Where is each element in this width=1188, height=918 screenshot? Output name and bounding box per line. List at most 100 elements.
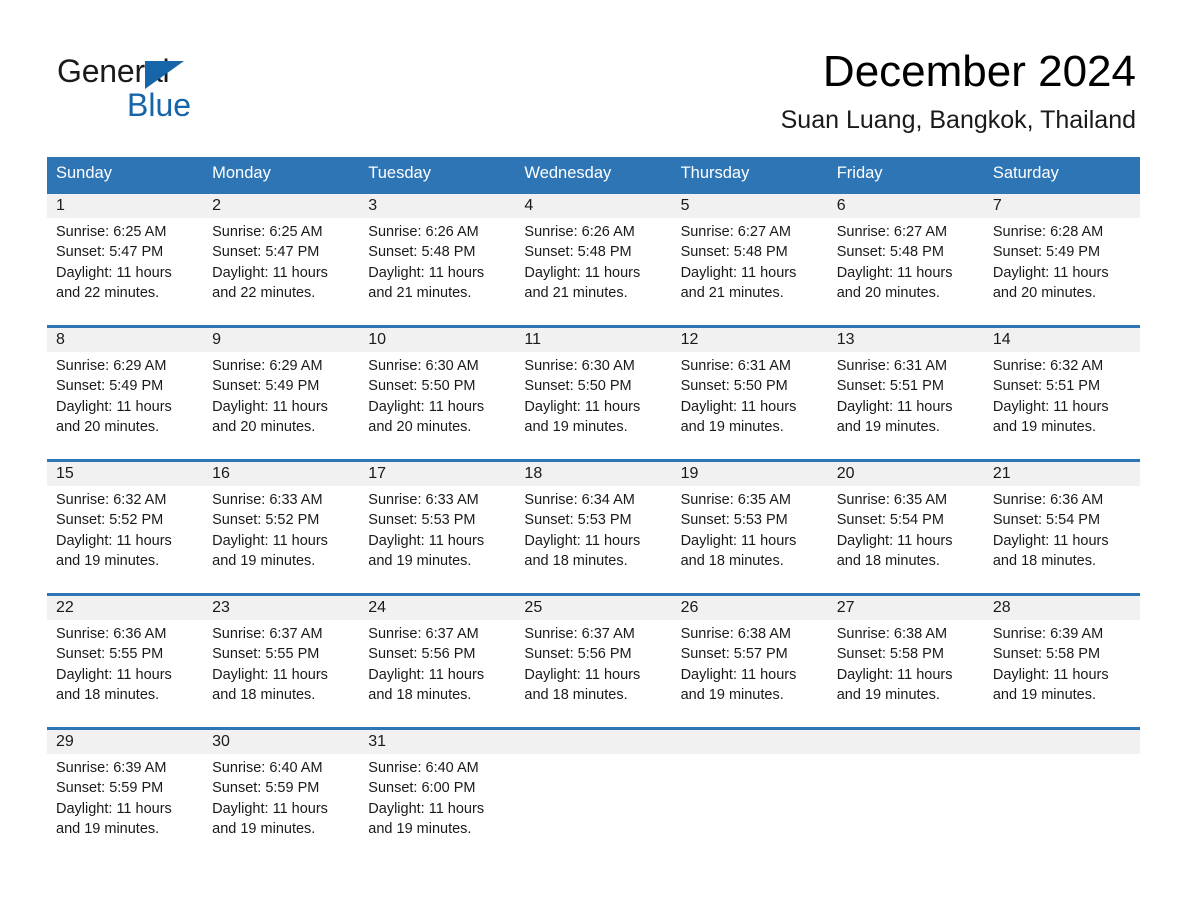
day-cell-inner — [671, 730, 828, 861]
calendar-day-cell[interactable]: 3 Sunrise: 6:26 AM Sunset: 5:48 PM Daylight… — [359, 191, 516, 327]
calendar-day-cell[interactable]: 2 Sunrise: 6:25 AM Sunset: 5:47 PM Daylight… — [203, 191, 360, 327]
calendar-day-cell[interactable]: 8 Sunrise: 6:29 AM Sunset: 5:49 PM Daylight… — [47, 325, 204, 461]
sunrise-text: Sunrise: 6:25 AM — [56, 224, 167, 240]
sunset-text: Sunset: 5:50 PM — [524, 378, 632, 395]
sunrise-text: Sunrise: 6:29 AM — [56, 358, 167, 374]
calendar-day-cell[interactable]: 20 Sunrise: 6:35 AM Sunset: 5:54 PM Dayligh… — [827, 459, 984, 595]
calendar-day-cell[interactable]: 4 Sunrise: 6:26 AM Sunset: 5:48 PM Daylight… — [515, 191, 672, 327]
calendar-day-cell[interactable]: 12 Sunrise: 6:31 AM Sunset: 5:50 PM Dayligh… — [671, 325, 828, 461]
daylight-text: Daylight: 11 hours and 19 minutes. — [992, 666, 1109, 703]
calendar-day-cell[interactable]: 1 Sunrise: 6:25 AM Sunset: 5:47 PM Daylight… — [47, 191, 204, 327]
calendar-week-row: 22 Sunrise: 6:36 AM Sunset: 5:55 PM Dayligh… — [47, 593, 1140, 729]
day-cell-inner: 25 Sunrise: 6:37 AM Sunset: 5:56 PM Dayligh… — [515, 596, 672, 727]
sunset-text: Sunset: 5:56 PM — [524, 646, 632, 663]
calendar-day-cell[interactable]: 17 Sunrise: 6:33 AM Sunset: 5:53 PM Dayligh… — [359, 459, 516, 595]
calendar-day-cell[interactable]: 14 Sunrise: 6:32 AM Sunset: 5:51 PM Dayligh… — [983, 325, 1140, 461]
day-number: 20 — [827, 462, 984, 486]
day-cell-inner: 3 Sunrise: 6:26 AM Sunset: 5:48 PM Daylight… — [359, 194, 516, 325]
day-details: Sunrise: 6:33 AM Sunset: 5:52 PM Daylight:… — [203, 486, 359, 571]
day-number: 9 — [203, 328, 360, 352]
day-details: Sunrise: 6:38 AM Sunset: 5:58 PM Daylight:… — [828, 620, 984, 705]
calendar-day-cell[interactable]: 30 Sunrise: 6:40 AM Sunset: 5:59 PM Dayligh… — [203, 727, 360, 861]
sunrise-text: Sunrise: 6:26 AM — [368, 224, 479, 240]
sunrise-text: Sunrise: 6:30 AM — [524, 358, 635, 374]
day-cell-inner: 27 Sunrise: 6:38 AM Sunset: 5:58 PM Dayligh… — [827, 596, 984, 727]
day-cell-inner: 4 Sunrise: 6:26 AM Sunset: 5:48 PM Daylight… — [515, 194, 672, 325]
calendar-day-cell[interactable]: 7 Sunrise: 6:28 AM Sunset: 5:49 PM Daylight… — [983, 191, 1140, 327]
sunset-text: Sunset: 5:47 PM — [212, 244, 320, 261]
daylight-text: Daylight: 11 hours and 18 minutes. — [680, 532, 797, 569]
calendar-day-cell[interactable]: 23 Sunrise: 6:37 AM Sunset: 5:55 PM Dayligh… — [203, 593, 360, 729]
weekday-header-saturday: Saturday — [983, 157, 1140, 193]
weekday-header-friday: Friday — [827, 157, 984, 193]
day-details: Sunrise: 6:35 AM Sunset: 5:53 PM Daylight:… — [672, 486, 828, 571]
day-cell-inner: 16 Sunrise: 6:33 AM Sunset: 5:52 PM Dayligh… — [203, 462, 360, 593]
triangle-icon — [145, 61, 184, 89]
calendar-day-cell[interactable]: 29 Sunrise: 6:39 AM Sunset: 5:59 PM Dayligh… — [47, 727, 204, 861]
calendar-day-cell[interactable]: 27 Sunrise: 6:38 AM Sunset: 5:58 PM Dayligh… — [827, 593, 984, 729]
day-number: 29 — [47, 730, 204, 754]
calendar-day-cell[interactable]: 18 Sunrise: 6:34 AM Sunset: 5:53 PM Dayligh… — [515, 459, 672, 595]
calendar-day-cell[interactable]: 15 Sunrise: 6:32 AM Sunset: 5:52 PM Dayligh… — [47, 459, 204, 595]
day-number: 26 — [671, 596, 828, 620]
day-number: 25 — [515, 596, 672, 620]
calendar-day-cell[interactable]: 9 Sunrise: 6:29 AM Sunset: 5:49 PM Daylight… — [203, 325, 360, 461]
day-number — [671, 730, 828, 754]
calendar-day-cell[interactable]: 13 Sunrise: 6:31 AM Sunset: 5:51 PM Dayligh… — [827, 325, 984, 461]
day-cell-inner: 22 Sunrise: 6:36 AM Sunset: 5:55 PM Dayligh… — [47, 596, 204, 727]
calendar-day-cell[interactable]: 22 Sunrise: 6:36 AM Sunset: 5:55 PM Dayligh… — [47, 593, 204, 729]
daylight-text: Daylight: 11 hours and 18 minutes. — [992, 532, 1109, 569]
sunset-text: Sunset: 5:52 PM — [212, 512, 320, 529]
day-details: Sunrise: 6:40 AM Sunset: 6:00 PM Daylight:… — [359, 754, 515, 839]
calendar-day-cell[interactable]: 16 Sunrise: 6:33 AM Sunset: 5:52 PM Dayligh… — [203, 459, 360, 595]
sunset-text: Sunset: 5:53 PM — [524, 512, 632, 529]
calendar-day-cell[interactable]: 24 Sunrise: 6:37 AM Sunset: 5:56 PM Dayligh… — [359, 593, 516, 729]
day-cell-inner: 14 Sunrise: 6:32 AM Sunset: 5:51 PM Dayligh… — [983, 328, 1140, 459]
calendar-day-cell[interactable]: 21 Sunrise: 6:36 AM Sunset: 5:54 PM Dayligh… — [983, 459, 1140, 595]
sunrise-text: Sunrise: 6:37 AM — [368, 626, 479, 642]
weekday-header-thursday: Thursday — [671, 157, 828, 193]
daylight-text: Daylight: 11 hours and 22 minutes. — [212, 264, 328, 301]
calendar-day-cell[interactable]: 25 Sunrise: 6:37 AM Sunset: 5:56 PM Dayligh… — [515, 593, 672, 729]
sunset-text: Sunset: 5:48 PM — [368, 244, 476, 261]
calendar-day-cell[interactable]: 31 Sunrise: 6:40 AM Sunset: 6:00 PM Dayligh… — [359, 727, 516, 861]
day-details: Sunrise: 6:26 AM Sunset: 5:48 PM Daylight:… — [359, 218, 515, 303]
daylight-text: Daylight: 11 hours and 19 minutes. — [368, 532, 485, 569]
sunrise-text: Sunrise: 6:26 AM — [524, 224, 635, 240]
sunset-text: Sunset: 5:48 PM — [524, 244, 632, 261]
day-cell-inner: 30 Sunrise: 6:40 AM Sunset: 5:59 PM Dayligh… — [203, 730, 360, 861]
daylight-text: Daylight: 11 hours and 19 minutes. — [680, 666, 797, 703]
day-details: Sunrise: 6:39 AM Sunset: 5:58 PM Daylight:… — [984, 620, 1140, 705]
day-number: 18 — [515, 462, 672, 486]
day-cell-inner: 13 Sunrise: 6:31 AM Sunset: 5:51 PM Dayligh… — [827, 328, 984, 459]
day-number: 8 — [47, 328, 204, 352]
day-details: Sunrise: 6:27 AM Sunset: 5:48 PM Daylight:… — [672, 218, 828, 303]
calendar-day-cell[interactable]: 26 Sunrise: 6:38 AM Sunset: 5:57 PM Dayligh… — [671, 593, 828, 729]
sunset-text: Sunset: 5:59 PM — [56, 780, 164, 797]
day-cell-inner: 8 Sunrise: 6:29 AM Sunset: 5:49 PM Daylight… — [47, 328, 204, 459]
day-cell-inner: 17 Sunrise: 6:33 AM Sunset: 5:53 PM Dayligh… — [359, 462, 516, 593]
page-title: December 2024 — [822, 47, 1136, 96]
calendar-day-cell[interactable]: 19 Sunrise: 6:35 AM Sunset: 5:53 PM Dayligh… — [671, 459, 828, 595]
day-details: Sunrise: 6:40 AM Sunset: 5:59 PM Daylight:… — [203, 754, 359, 839]
day-details: Sunrise: 6:32 AM Sunset: 5:51 PM Daylight:… — [984, 352, 1140, 437]
day-cell-inner: 10 Sunrise: 6:30 AM Sunset: 5:50 PM Dayligh… — [359, 328, 516, 459]
sunrise-text: Sunrise: 6:28 AM — [992, 224, 1104, 240]
calendar-day-cell[interactable]: 5 Sunrise: 6:27 AM Sunset: 5:48 PM Daylight… — [671, 191, 828, 327]
calendar-day-cell[interactable]: 11 Sunrise: 6:30 AM Sunset: 5:50 PM Dayligh… — [515, 325, 672, 461]
calendar-day-cell[interactable]: 10 Sunrise: 6:30 AM Sunset: 5:50 PM Dayligh… — [359, 325, 516, 461]
day-details: Sunrise: 6:35 AM Sunset: 5:54 PM Daylight:… — [828, 486, 984, 571]
sunrise-text: Sunrise: 6:40 AM — [368, 760, 479, 776]
calendar-day-cell[interactable]: 28 Sunrise: 6:39 AM Sunset: 5:58 PM Dayligh… — [983, 593, 1140, 729]
daylight-text: Daylight: 11 hours and 20 minutes. — [836, 264, 953, 301]
sunset-text: Sunset: 5:57 PM — [680, 646, 788, 663]
sunrise-text: Sunrise: 6:36 AM — [992, 492, 1104, 508]
sunrise-text: Sunrise: 6:37 AM — [524, 626, 635, 642]
daylight-text: Daylight: 11 hours and 19 minutes. — [836, 398, 953, 435]
day-cell-inner: 24 Sunrise: 6:37 AM Sunset: 5:56 PM Dayligh… — [359, 596, 516, 727]
calendar-day-cell[interactable]: 6 Sunrise: 6:27 AM Sunset: 5:48 PM Daylight… — [827, 191, 984, 327]
weekday-header-tuesday: Tuesday — [359, 157, 516, 193]
sunset-text: Sunset: 5:49 PM — [56, 378, 164, 395]
day-cell-inner: 6 Sunrise: 6:27 AM Sunset: 5:48 PM Daylight… — [827, 194, 984, 325]
day-number: 2 — [203, 194, 360, 218]
